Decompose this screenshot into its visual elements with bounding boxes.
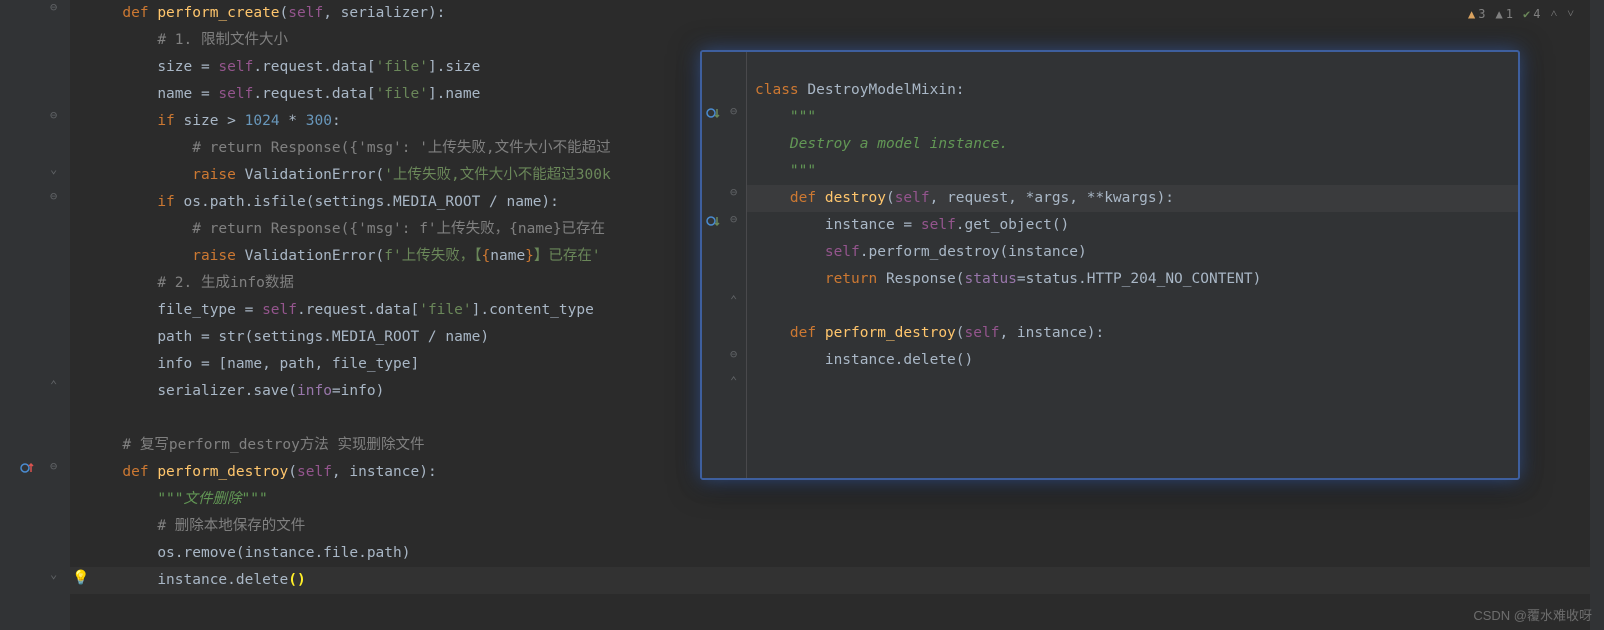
fold-marker[interactable]: ⊖ xyxy=(50,189,57,203)
inspection-widget[interactable]: ▲ 3 ▲ 1 ✔ 4 ˄ ˅ xyxy=(1468,6,1574,21)
intention-bulb-icon[interactable]: 💡 xyxy=(72,570,89,586)
code-line[interactable]: instance.delete() xyxy=(755,347,1518,374)
scrollbar[interactable] xyxy=(1590,0,1604,630)
warning-triangle-icon: ▲ xyxy=(1496,7,1503,21)
code-line[interactable]: self.perform_destroy(instance) xyxy=(755,239,1518,266)
warning-triangle-icon: ▲ xyxy=(1468,7,1475,21)
override-down-icon[interactable] xyxy=(706,105,724,123)
code-line[interactable]: """ xyxy=(755,104,1518,131)
fold-marker[interactable]: ⊖ xyxy=(730,104,737,118)
nav-down-icon[interactable]: ˅ xyxy=(1567,6,1574,21)
fold-marker[interactable]: ⊖ xyxy=(50,0,57,14)
fold-marker[interactable]: ⊖ xyxy=(730,185,737,199)
code-line[interactable]: """文件删除""" xyxy=(70,486,1604,513)
fold-marker[interactable]: ⌃ xyxy=(50,378,57,392)
warning-yellow-badge[interactable]: ▲ 3 xyxy=(1468,7,1485,21)
fold-marker[interactable]: ⌄ xyxy=(50,162,57,176)
fold-marker[interactable]: ⊖ xyxy=(730,212,737,226)
warning-yellow-count: 3 xyxy=(1478,7,1485,21)
code-line[interactable] xyxy=(755,293,1518,320)
checkmark-icon: ✔ xyxy=(1523,7,1530,21)
code-line[interactable]: """ xyxy=(755,158,1518,185)
code-line[interactable]: def perform_create(self, serializer): xyxy=(70,0,1604,27)
warning-gray-badge[interactable]: ▲ 1 xyxy=(1496,7,1513,21)
code-line[interactable]: instance = self.get_object() xyxy=(755,212,1518,239)
warning-green-count: 4 xyxy=(1533,7,1540,21)
fold-marker[interactable]: ⌃ xyxy=(730,374,737,388)
watermark: CSDN @覆水难收呀 xyxy=(1473,605,1592,624)
code-line[interactable]: return Response(status=status.HTTP_204_N… xyxy=(755,266,1518,293)
gutter: ⊖ ⊖ ⌄ ⊖ ⌃ ⊖ ⌄ xyxy=(0,0,70,630)
popup-code-area[interactable]: class DestroyModelMixin: """ Destroy a m… xyxy=(747,52,1518,478)
fold-marker[interactable]: ⌃ xyxy=(730,293,737,307)
code-line[interactable]: os.remove(instance.file.path) xyxy=(70,540,1604,567)
nav-up-icon[interactable]: ˄ xyxy=(1550,6,1557,21)
override-up-icon[interactable] xyxy=(20,460,38,478)
fold-marker[interactable]: ⌄ xyxy=(50,567,57,581)
fold-marker[interactable]: ⊖ xyxy=(50,459,57,473)
fold-marker[interactable]: ⊖ xyxy=(50,108,57,122)
code-line[interactable]: # 删除本地保存的文件 xyxy=(70,513,1604,540)
code-line[interactable]: def perform_destroy(self, instance): xyxy=(755,320,1518,347)
code-line[interactable]: def destroy(self, request, *args, **kwar… xyxy=(755,185,1518,212)
popup-gutter: ⊖ ⊖ ⊖ ⌃ ⊖ ⌃ xyxy=(702,52,747,478)
override-down-icon[interactable] xyxy=(706,213,724,231)
quick-definition-popup: ⊖ ⊖ ⊖ ⌃ ⊖ ⌃ class DestroyModelMixin: """… xyxy=(700,50,1520,480)
warning-green-badge[interactable]: ✔ 4 xyxy=(1523,7,1540,21)
code-line[interactable]: class DestroyModelMixin: xyxy=(755,77,1518,104)
code-line[interactable]: Destroy a model instance. xyxy=(755,131,1518,158)
fold-marker[interactable]: ⊖ xyxy=(730,347,737,361)
warning-gray-count: 1 xyxy=(1506,7,1513,21)
code-line[interactable]: instance.delete() xyxy=(70,567,1604,594)
